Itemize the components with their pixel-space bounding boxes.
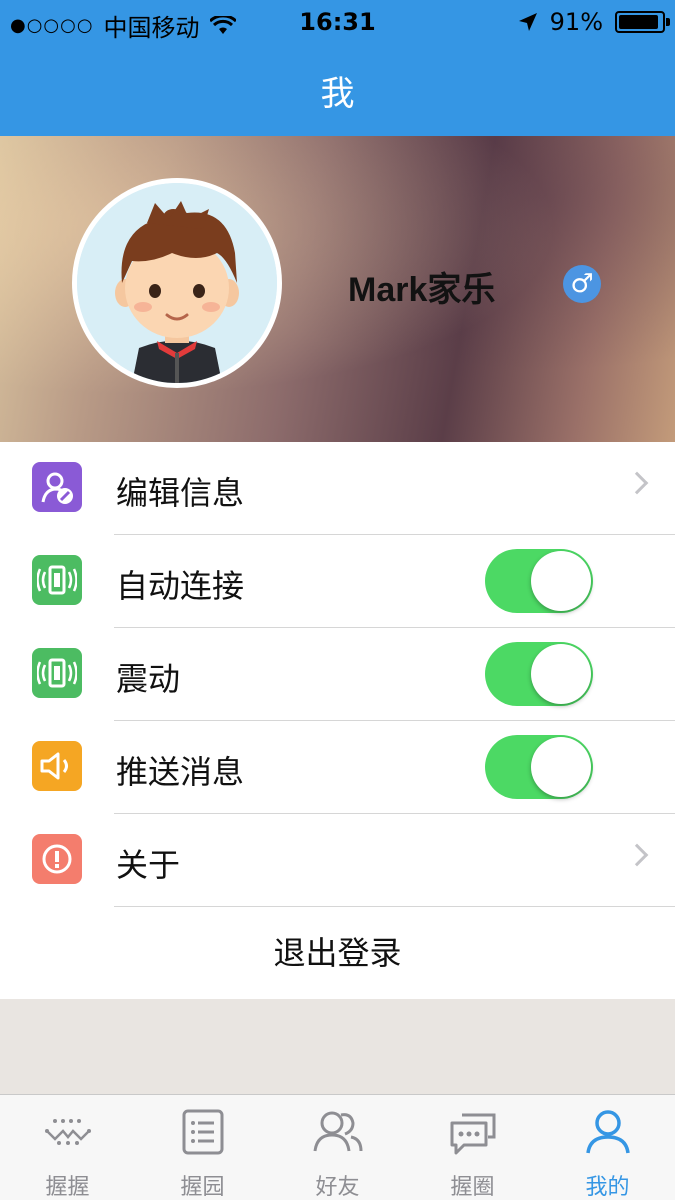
speaker-icon: [32, 741, 82, 791]
settings-row-edit-info[interactable]: 编辑信息: [0, 442, 675, 535]
settings-row-auto-connect: 自动连接: [0, 535, 675, 628]
edit-profile-icon: [32, 462, 82, 512]
tab-label: 握圈: [450, 1175, 495, 1200]
friends-icon: [313, 1111, 363, 1152]
chevron-right-icon: [625, 843, 649, 867]
chevron-right-icon: [625, 471, 649, 495]
auto-connect-toggle[interactable]: [485, 549, 593, 613]
tab-label: 好友: [315, 1175, 360, 1200]
settings-row-about[interactable]: 关于: [0, 814, 675, 907]
settings-row-label: 关于: [116, 846, 181, 884]
dots-wave-icon: [45, 1119, 91, 1145]
chat-bubbles-icon: [450, 1113, 496, 1155]
vibrate-toggle[interactable]: [485, 642, 593, 706]
vibrate-phone-icon: [32, 648, 82, 698]
push-messages-toggle[interactable]: [485, 735, 593, 799]
settings-row-label: 编辑信息: [116, 474, 245, 512]
list-icon: [182, 1109, 224, 1155]
tab-me[interactable]: 我的: [540, 1095, 675, 1200]
tab-wowo[interactable]: 握握: [0, 1095, 135, 1200]
avatar[interactable]: [72, 178, 282, 388]
settings-list: 编辑信息 自动连接 震动 推送消息 关于 退出登录: [0, 442, 675, 999]
settings-row-label: 震动: [116, 660, 181, 698]
tab-woquan[interactable]: 握圈: [405, 1095, 540, 1200]
settings-row-label: 自动连接: [116, 567, 245, 605]
vibrate-phone-icon: [32, 555, 82, 605]
tab-label: 握园: [180, 1175, 225, 1200]
top-bar: ●○○○○ 中国移动 16:31 91% 我: [0, 0, 675, 136]
battery-icon: [615, 11, 670, 33]
battery-percent: 91%: [549, 8, 603, 36]
settings-row-label: 推送消息: [116, 753, 245, 791]
location-arrow-icon: [518, 13, 537, 31]
tab-bar: 握握 握园 好友 握圈 我的: [0, 1094, 675, 1200]
profile-name: Mark家乐: [348, 271, 496, 309]
profile-header: Mark家乐 ♂: [0, 136, 675, 442]
tab-label: 握握: [45, 1175, 90, 1200]
tab-woyuan[interactable]: 握园: [135, 1095, 270, 1200]
settings-row-push-messages: 推送消息: [0, 721, 675, 814]
person-icon: [586, 1110, 630, 1154]
status-bar: ●○○○○ 中国移动 16:31 91%: [0, 0, 675, 46]
page-title: 我: [320, 74, 355, 114]
settings-row-vibrate: 震动: [0, 628, 675, 721]
info-icon: [32, 834, 82, 884]
tab-friends[interactable]: 好友: [270, 1095, 405, 1200]
tab-label: 我的: [585, 1175, 630, 1200]
logout-button[interactable]: 退出登录: [0, 907, 675, 999]
male-gender-icon: ♂: [563, 265, 601, 303]
